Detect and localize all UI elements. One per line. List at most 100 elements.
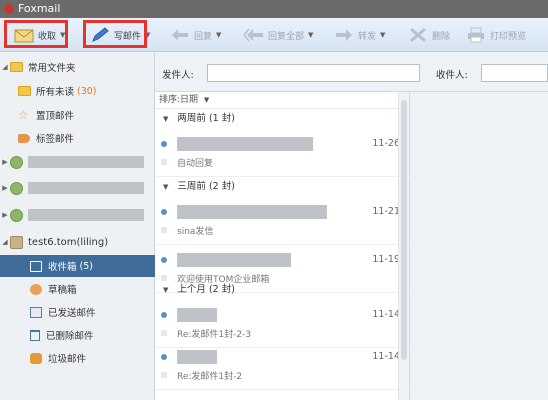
collapsed-arrow-icon[interactable]: ▶ [0, 184, 10, 192]
junk-icon [30, 352, 42, 364]
list-item[interactable]: 11-26 自动回复 [155, 129, 410, 177]
group-label: 两周前 (1 封) [177, 113, 235, 124]
redacted-sender [177, 350, 217, 364]
title-bar: Foxmail [0, 0, 548, 18]
chevron-down-icon[interactable]: ▼ [216, 31, 221, 39]
unread-count-badge: (30) [77, 85, 97, 97]
reply-icon [172, 29, 188, 41]
reply-all-label: 回复全部 [268, 31, 305, 42]
sort-dropdown[interactable]: 排序:日期 ▼ [155, 92, 410, 109]
sidebar-item-label: 所有未读 [36, 87, 75, 98]
delete-button[interactable]: 删除 [408, 18, 450, 52]
sent-icon [30, 306, 42, 318]
expand-arrow-icon[interactable]: ◢ [0, 238, 10, 246]
sidebar-item-common-folders[interactable]: ◢ 常用文件夹 [0, 56, 155, 78]
recipient-filter-label: 收件人: [436, 70, 468, 81]
unread-dot-icon [161, 209, 167, 215]
group-label: 上个月 (2 封) [177, 284, 235, 295]
unread-dot-icon [161, 354, 167, 360]
sender-filter-label: 发件人: [162, 70, 194, 81]
account-icon [10, 181, 23, 195]
forward-button[interactable]: 转发 ▼ [334, 18, 385, 52]
chevron-down-icon[interactable]: ▼ [308, 31, 313, 39]
flag-square-icon[interactable] [161, 330, 167, 336]
sidebar-item-label: 常用文件夹 [28, 63, 76, 74]
folder-icon [10, 62, 23, 72]
flag-square-icon[interactable] [161, 227, 167, 233]
forward-icon [336, 29, 352, 41]
sidebar-item-deleted[interactable]: 已删除邮件 [0, 324, 155, 346]
scrollbar-thumb[interactable] [401, 100, 407, 360]
message-date: 11-26 [372, 138, 400, 149]
unread-count-badge: (5) [79, 260, 93, 272]
message-list-scrollbar[interactable] [398, 92, 409, 400]
sidebar-item-junk[interactable]: 垃圾邮件 [0, 347, 155, 369]
tag-icon [18, 133, 30, 143]
flag-square-icon[interactable] [161, 159, 167, 165]
sidebar-item-inbox[interactable]: 收件箱 (5) [0, 255, 155, 277]
account-icon [10, 155, 23, 169]
sidebar-item-label: 置顶邮件 [36, 111, 75, 122]
redacted-sender [177, 205, 327, 219]
redacted-account-name [28, 156, 144, 168]
unread-dot-icon [161, 141, 167, 147]
collapse-triangle-icon[interactable]: ▼ [163, 286, 168, 294]
message-list: 排序:日期 ▼ ▼ 两周前 (1 封) 11-26 自动回复 ▼ 三周前 (2 … [155, 92, 410, 400]
sidebar-item-label: 草稿箱 [48, 285, 77, 296]
collapse-triangle-icon[interactable]: ▼ [163, 115, 168, 123]
sidebar-item-account-hidden[interactable]: ▶ [0, 151, 155, 173]
list-item[interactable]: 11-14 Re:发邮件1封-2-3 [155, 300, 410, 348]
highlight-box-compose [83, 20, 147, 48]
sidebar-item-tagged[interactable]: 标签邮件 [0, 127, 155, 149]
chevron-down-icon: ▼ [203, 96, 210, 104]
collapsed-arrow-icon[interactable]: ▶ [0, 211, 10, 219]
message-date: 11-14 [372, 351, 400, 362]
redacted-account-name [28, 209, 144, 221]
delete-label: 删除 [432, 31, 451, 42]
print-preview-button[interactable]: 打印预览 [466, 18, 526, 52]
reply-all-button[interactable]: 回复全部 ▼ [244, 18, 313, 52]
chevron-down-icon[interactable]: ▼ [380, 31, 385, 39]
delete-x-icon [410, 27, 426, 43]
message-subject: 自动回复 [177, 159, 214, 169]
sidebar-item-drafts[interactable]: 草稿箱 [0, 278, 155, 300]
group-header[interactable]: ▼ 上个月 (2 封) [155, 280, 410, 300]
sidebar-item-label: 垃圾邮件 [48, 354, 87, 365]
highlight-box-receive [4, 20, 68, 48]
window-title: Foxmail [18, 2, 61, 15]
message-subject: Re:发邮件1封-2-3 [177, 330, 252, 340]
reply-label: 回复 [194, 31, 213, 42]
search-bar: 发件人: 收件人: [155, 52, 548, 92]
sidebar-item-label: 已发送邮件 [48, 308, 96, 319]
sidebar-item-all-unread[interactable]: 所有未读 (30) [0, 80, 155, 102]
inbox-icon [30, 260, 42, 272]
folder-sidebar: ◢ 常用文件夹 所有未读 (30) ☆ 置顶邮件 标签邮件 ▶ ▶ ▶ ◢ te… [0, 52, 155, 400]
message-subject: sina发信 [177, 227, 214, 237]
foxmail-logo-icon [4, 4, 14, 14]
group-header[interactable]: ▼ 三周前 (2 封) [155, 177, 410, 197]
collapsed-arrow-icon[interactable]: ▶ [0, 158, 10, 166]
collapse-triangle-icon[interactable]: ▼ [163, 183, 168, 191]
sidebar-item-account[interactable]: ◢ test6.tom(liling) [0, 231, 155, 253]
sidebar-item-pinned[interactable]: ☆ 置顶邮件 [0, 104, 155, 126]
group-header[interactable]: ▼ 两周前 (1 封) [155, 109, 410, 129]
group-label: 三周前 (2 封) [177, 181, 235, 192]
sidebar-item-sent[interactable]: 已发送邮件 [0, 301, 155, 323]
list-item[interactable]: 11-21 sina发信 [155, 197, 410, 245]
sidebar-item-account-hidden[interactable]: ▶ [0, 177, 155, 199]
reply-all-icon [244, 28, 263, 42]
drafts-icon [30, 283, 42, 295]
reply-button[interactable]: 回复 ▼ [170, 18, 221, 52]
print-preview-label: 打印预览 [490, 31, 527, 42]
star-icon: ☆ [18, 107, 29, 122]
redacted-sender [177, 308, 217, 322]
sort-label: 排序:日期 [159, 95, 199, 105]
expand-arrow-icon[interactable]: ◢ [0, 63, 10, 71]
sidebar-item-account-hidden[interactable]: ▶ [0, 204, 155, 226]
list-item[interactable]: 11-14 Re:发邮件1封-2 [155, 342, 410, 390]
sender-filter-input[interactable] [207, 64, 420, 82]
recipient-filter-input[interactable] [481, 64, 548, 82]
flag-square-icon[interactable] [161, 372, 167, 378]
sidebar-item-label: 标签邮件 [36, 134, 75, 145]
message-date: 11-14 [372, 309, 400, 320]
